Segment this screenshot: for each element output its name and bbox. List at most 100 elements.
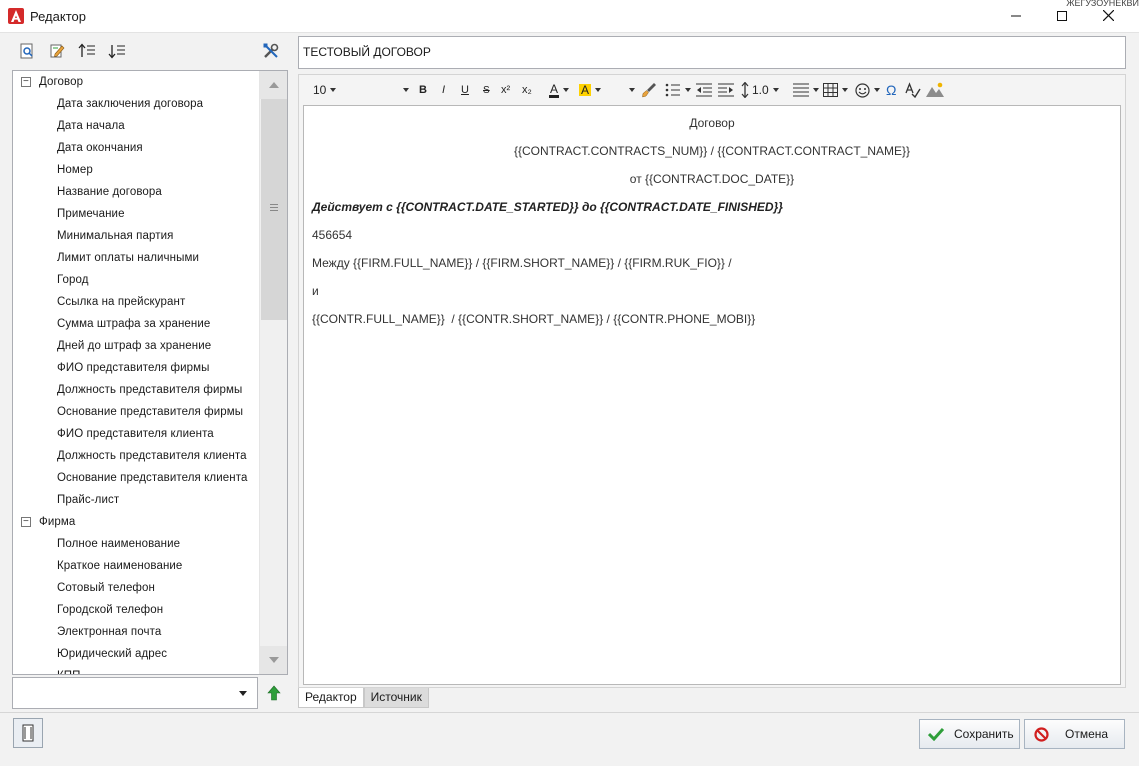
tree-item[interactable]: Основание представителя клиента bbox=[13, 467, 259, 489]
line-spacing-value: 1.0 bbox=[752, 83, 769, 97]
tree-item[interactable]: Город bbox=[13, 269, 259, 291]
arrow-up-icon bbox=[267, 685, 281, 701]
outdent-button[interactable] bbox=[696, 82, 712, 98]
title-bar: Редактор ЖЕГУЗОУНЕКВИ bbox=[0, 0, 1139, 33]
smiley-icon bbox=[855, 82, 870, 98]
highlight-color-button[interactable]: A bbox=[579, 82, 602, 98]
app-logo-icon bbox=[8, 8, 24, 24]
expand-all-icon[interactable] bbox=[108, 42, 126, 60]
edit-icon[interactable] bbox=[48, 42, 66, 60]
minimize-button[interactable] bbox=[993, 0, 1039, 31]
image-icon bbox=[926, 82, 944, 97]
doc-paragraph: и bbox=[312, 284, 319, 298]
save-button[interactable]: Сохранить bbox=[919, 719, 1020, 749]
tree-item[interactable]: Должность представителя клиента bbox=[13, 445, 259, 467]
tree-item[interactable]: Основание представителя фирмы bbox=[13, 401, 259, 423]
tree-item[interactable]: Прайс-лист bbox=[13, 489, 259, 511]
superscript-button[interactable]: x² bbox=[501, 82, 510, 98]
bullet-list-icon bbox=[665, 83, 680, 97]
format-toolbar: 10 B I U S x² x₂ A A 1.0 Ω bbox=[299, 75, 1125, 105]
spellcheck-button[interactable] bbox=[905, 82, 921, 98]
tree-item[interactable]: Сумма штрафа за хранение bbox=[13, 313, 259, 335]
tree-item[interactable]: Минимальная партия bbox=[13, 225, 259, 247]
font-family-select[interactable] bbox=[399, 82, 409, 98]
tree-item[interactable]: Ссылка на прейскурант bbox=[13, 291, 259, 313]
tree-item[interactable]: КПП bbox=[13, 665, 259, 674]
field-select[interactable] bbox=[12, 677, 258, 709]
tree-item[interactable]: Полное наименование bbox=[13, 533, 259, 555]
insert-image-button[interactable] bbox=[926, 82, 944, 98]
spellcheck-icon bbox=[905, 82, 921, 98]
footer-divider bbox=[0, 712, 1139, 713]
close-button[interactable] bbox=[1085, 0, 1131, 31]
insert-field-button[interactable] bbox=[263, 682, 285, 704]
collapse-toggle-icon[interactable]: − bbox=[21, 517, 31, 527]
page-layout-button[interactable] bbox=[13, 718, 43, 748]
doc-paragraph: {{CONTRACT.CONTRACTS_NUM}} / {{CONTRACT.… bbox=[513, 144, 911, 158]
tree-item[interactable]: ФИО представителя клиента bbox=[13, 423, 259, 445]
preview-icon[interactable] bbox=[18, 42, 36, 60]
tools-icon[interactable] bbox=[262, 42, 280, 60]
page-icon bbox=[22, 724, 34, 742]
chevron-down-icon bbox=[330, 88, 337, 92]
document-title-input[interactable]: ТЕСТОВЫЙ ДОГОВОР bbox=[298, 36, 1126, 69]
indent-icon bbox=[718, 83, 734, 97]
scroll-up-button[interactable] bbox=[260, 71, 287, 99]
tree-item[interactable]: Городской телефон bbox=[13, 599, 259, 621]
font-color-icon: A bbox=[549, 81, 560, 98]
font-size-value: 10 bbox=[313, 83, 327, 97]
tree-scrollbar[interactable] bbox=[259, 71, 287, 674]
doc-paragraph: Между {{FIRM.FULL_NAME}} / {{FIRM.SHORT_… bbox=[312, 256, 732, 270]
cancel-button[interactable]: Отмена bbox=[1024, 719, 1125, 749]
tree-item[interactable]: Лимит оплаты наличными bbox=[13, 247, 259, 269]
tree-item[interactable]: ФИО представителя фирмы bbox=[13, 357, 259, 379]
italic-button[interactable]: I bbox=[442, 82, 445, 98]
tree-item[interactable]: Дата начала bbox=[13, 115, 259, 137]
bold-button[interactable]: B bbox=[419, 82, 427, 98]
table-insert-button[interactable] bbox=[823, 82, 848, 98]
brush-icon bbox=[642, 83, 656, 98]
tree-item[interactable]: Сотовый телефон bbox=[13, 577, 259, 599]
underline-button[interactable]: U bbox=[461, 82, 469, 98]
tree-group-firm[interactable]: − Фирма bbox=[13, 511, 259, 533]
indent-button[interactable] bbox=[718, 82, 734, 98]
tree-item[interactable]: Электронная почта bbox=[13, 621, 259, 643]
tree-item[interactable]: Дата окончания bbox=[13, 137, 259, 159]
format-painter-button[interactable] bbox=[641, 82, 657, 98]
font-color-button[interactable]: A bbox=[549, 81, 570, 98]
tree-item[interactable]: Дата заключения договора bbox=[13, 93, 259, 115]
tree-item[interactable]: Название договора bbox=[13, 181, 259, 203]
tree-item[interactable]: Должность представителя фирмы bbox=[13, 379, 259, 401]
doc-paragraph: Действует с {{CONTRACT.DATE_STARTED}} до… bbox=[312, 200, 783, 214]
doc-heading: Договор bbox=[689, 116, 735, 130]
tree-group-contract[interactable]: − Договор bbox=[13, 71, 259, 93]
tab-source[interactable]: Источник bbox=[363, 688, 429, 708]
doc-paragraph: 456654 bbox=[312, 228, 353, 242]
emoji-button[interactable] bbox=[855, 82, 880, 98]
tree-item[interactable]: Номер bbox=[13, 159, 259, 181]
chevron-down-icon[interactable] bbox=[239, 691, 247, 696]
tree-item[interactable]: Краткое наименование bbox=[13, 555, 259, 577]
tree-item[interactable]: Дней до штраф за хранение bbox=[13, 335, 259, 357]
document-body[interactable]: Договор {{CONTRACT.CONTRACTS_NUM}} / {{C… bbox=[303, 105, 1121, 685]
tab-editor[interactable]: Редактор bbox=[298, 688, 364, 708]
subscript-button[interactable]: x₂ bbox=[522, 82, 532, 98]
special-char-button[interactable]: Ω bbox=[886, 82, 896, 98]
strikethrough-button[interactable]: S bbox=[483, 82, 490, 98]
field-tree: − Договор Дата заключения договора Дата … bbox=[12, 70, 288, 675]
font-size-select[interactable]: 10 bbox=[313, 82, 337, 98]
scroll-down-button[interactable] bbox=[260, 646, 287, 674]
tree-item[interactable]: Юридический адрес bbox=[13, 643, 259, 665]
line-spacing-select[interactable]: 1.0 bbox=[741, 82, 779, 98]
bullet-list-button[interactable] bbox=[665, 82, 691, 98]
tree-group-label: Фирма bbox=[39, 516, 76, 528]
highlight-icon: A bbox=[579, 83, 592, 97]
collapse-all-icon[interactable] bbox=[78, 42, 96, 60]
paragraph-align-select[interactable] bbox=[793, 82, 819, 98]
tree-item[interactable]: Примечание bbox=[13, 203, 259, 225]
collapse-toggle-icon[interactable]: − bbox=[21, 77, 31, 87]
tree-toolbar bbox=[12, 38, 288, 66]
maximize-button[interactable] bbox=[1039, 0, 1085, 31]
scroll-thumb[interactable] bbox=[261, 99, 287, 320]
style-select[interactable] bbox=[625, 82, 635, 98]
